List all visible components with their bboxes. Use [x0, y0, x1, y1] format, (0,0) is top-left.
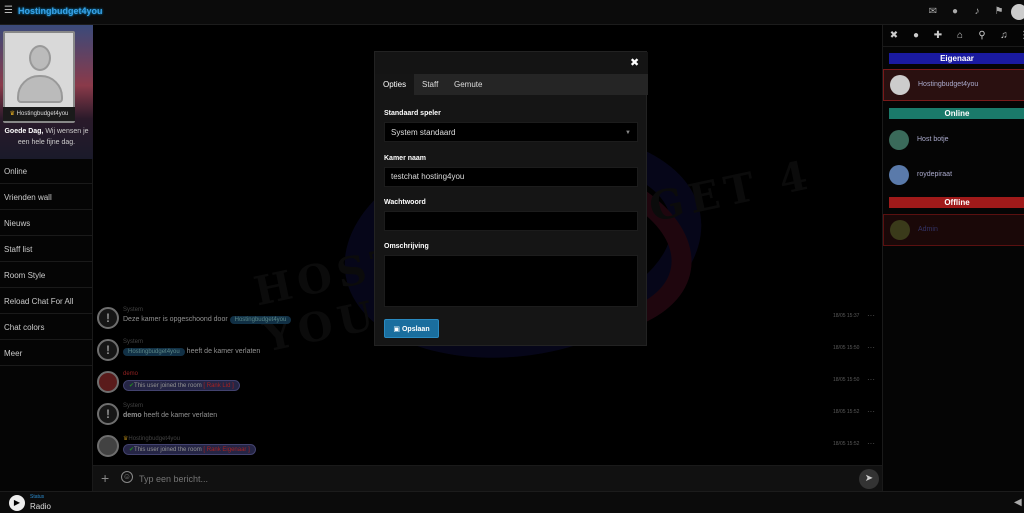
- menu-icon[interactable]: ☰: [4, 6, 14, 16]
- top-bar: ☰ Hostingbudget4you ✉ ● ♪ ⚑: [0, 0, 1024, 25]
- floppy-icon: ▣: [393, 326, 401, 333]
- profile-greeting: Goede Dag, Wij wensen je een hele fijne …: [4, 128, 89, 146]
- tab-options[interactable]: Opties: [375, 74, 415, 95]
- tab-muted[interactable]: Gemute: [446, 74, 490, 95]
- sidebar-item-more[interactable]: Meer: [0, 341, 93, 366]
- player-label: Standaard speler: [384, 110, 441, 117]
- search-icon[interactable]: ⚲: [975, 29, 989, 43]
- room-settings-modal: ✖ Opties Staff Gemute Standaard speler S…: [374, 51, 648, 346]
- user-icon[interactable]: ●: [949, 6, 961, 18]
- tab-staff[interactable]: Staff: [414, 74, 446, 95]
- section-online: Online: [889, 108, 1024, 119]
- room-name-input[interactable]: [384, 167, 638, 187]
- crown-icon: ♛: [9, 111, 15, 117]
- description-input[interactable]: [384, 255, 638, 307]
- section-offline: Offline: [889, 197, 1024, 208]
- emoji-icon[interactable]: ☺: [121, 471, 133, 483]
- save-button[interactable]: ▣ Opslaan: [384, 319, 439, 338]
- more-icon[interactable]: ⋮: [1017, 29, 1024, 43]
- player-select[interactable]: System standaard ▼: [384, 122, 638, 142]
- sidebar-item-staff-list[interactable]: Staff list: [0, 237, 93, 262]
- sidebar-item-room-style[interactable]: Room Style: [0, 263, 93, 288]
- message-input[interactable]: [139, 470, 839, 488]
- site-brand[interactable]: Hostingbudget4you: [18, 6, 103, 16]
- profile-username: ♛ Hostingbudget4you: [3, 107, 75, 121]
- right-panel: ✖ ● ✚ ⌂ ⚲ ♫ ⋮ Eigenaar Hostingbudget4you…: [882, 25, 1024, 491]
- user-list-item[interactable]: Admin: [883, 214, 1024, 246]
- password-label: Wachtwoord: [384, 199, 426, 206]
- close-icon[interactable]: ✖: [887, 29, 901, 43]
- description-label: Omschrijving: [384, 243, 429, 250]
- envelope-icon[interactable]: ✉: [927, 6, 939, 18]
- user-list-item[interactable]: Hostingbudget4you: [883, 69, 1024, 101]
- chat-input-bar: + ☺ ➤: [93, 465, 882, 491]
- room-name-label: Kamer naam: [384, 155, 427, 162]
- avatar: [890, 220, 910, 240]
- sidebar-item-online[interactable]: Online: [0, 159, 93, 184]
- volume-icon[interactable]: ◀: [1014, 497, 1022, 508]
- password-input[interactable]: [384, 211, 638, 231]
- user-panel-toolbar: ✖ ● ✚ ⌂ ⚲ ♫ ⋮: [883, 25, 1024, 47]
- chevron-down-icon: ▼: [625, 130, 631, 136]
- avatar: [889, 165, 909, 185]
- section-owner: Eigenaar: [889, 53, 1024, 64]
- bell-icon[interactable]: ♪: [971, 6, 983, 18]
- profile-card: ♛ Hostingbudget4you Goede Dag, Wij wense…: [0, 25, 93, 159]
- send-icon[interactable]: ➤: [859, 469, 879, 489]
- sidebar-item-friends-wall[interactable]: Vrienden wall: [0, 185, 93, 210]
- user-list-item[interactable]: roydepiraat: [883, 160, 1024, 192]
- headphones-icon[interactable]: ♫: [997, 29, 1011, 43]
- modal-tabs: Opties Staff Gemute: [375, 74, 648, 95]
- home-icon[interactable]: ⌂: [953, 29, 967, 43]
- add-friend-icon[interactable]: ✚: [931, 29, 945, 43]
- user-avatar[interactable]: [1011, 4, 1024, 20]
- user-list-item[interactable]: Host botje: [883, 125, 1024, 157]
- users-icon[interactable]: ●: [909, 29, 923, 43]
- flag-icon[interactable]: ⚑: [993, 6, 1005, 18]
- sidebar-item-news[interactable]: Nieuws: [0, 211, 93, 236]
- modal-header: ✖: [375, 52, 648, 74]
- plus-icon[interactable]: +: [101, 470, 109, 486]
- avatar: [889, 130, 909, 150]
- play-icon[interactable]: ▶: [9, 495, 25, 511]
- sidebar-item-reload-chat[interactable]: Reload Chat For All: [0, 289, 93, 314]
- close-icon[interactable]: ✖: [630, 57, 639, 69]
- left-panel: ♛ Hostingbudget4you Goede Dag, Wij wense…: [0, 25, 93, 491]
- radio-footer: ▶ Status Radio ◀: [0, 491, 1024, 513]
- sidebar-item-chat-colors[interactable]: Chat colors: [0, 315, 93, 340]
- avatar: [890, 75, 910, 95]
